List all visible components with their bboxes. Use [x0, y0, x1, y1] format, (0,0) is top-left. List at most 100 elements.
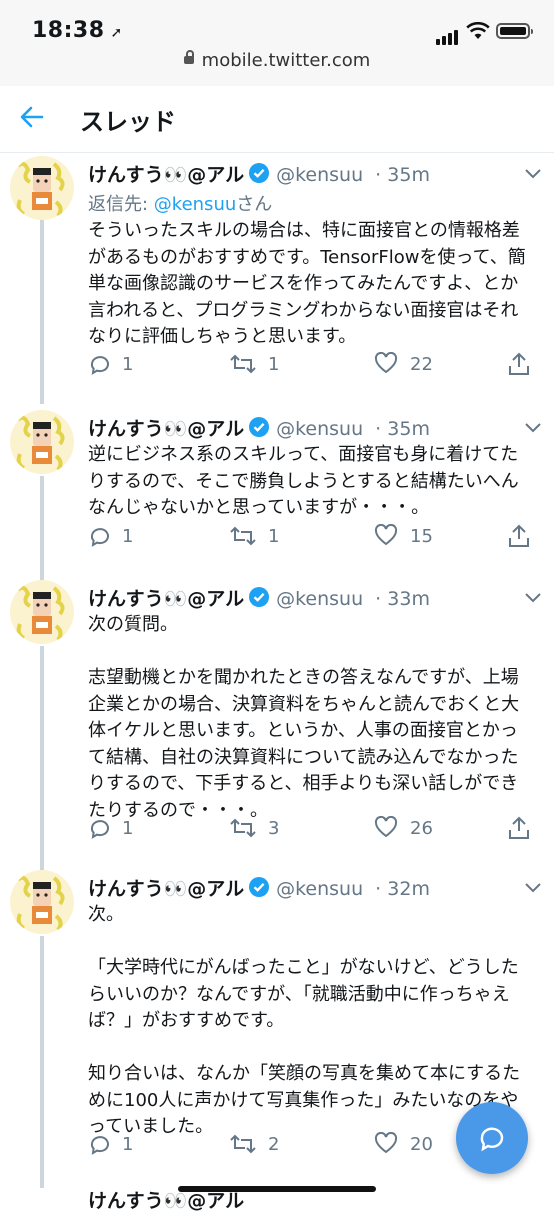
timestamp[interactable]: 35m: [387, 164, 430, 186]
avatar[interactable]: [10, 156, 74, 220]
display-name[interactable]: けんすう👀@アル: [88, 1190, 244, 1212]
reply-count: 1: [122, 818, 134, 839]
verified-icon: [249, 587, 270, 607]
avatar-illustration: [16, 585, 65, 642]
avatar-illustration: [16, 415, 65, 472]
tweet-line: なんじゃないかと思っていますが・・・。: [88, 497, 430, 518]
chevron-down-icon[interactable]: [524, 422, 542, 434]
compose-reply-button[interactable]: [456, 1102, 528, 1174]
retweet-count: 1: [268, 354, 280, 375]
thread-line: [40, 476, 44, 582]
share-icon: [509, 524, 529, 547]
tweet-line: [88, 639, 528, 666]
reply-icon: [90, 1136, 109, 1155]
separator: ·: [369, 164, 388, 186]
retweet-count: 2: [268, 1134, 280, 1155]
verified-icon: [249, 163, 270, 183]
battery-icon: [496, 23, 533, 39]
tweet-line: 単な画像認識のサービスを作ってみたんですよ、とか: [88, 273, 519, 294]
like-count: 20: [410, 1134, 433, 1155]
tweet-header: けんすう👀@アル @kensuu · 35m: [88, 160, 430, 187]
tweet-line: 体イケルと思います。というか、人事の面接官とかっ: [88, 720, 518, 741]
lock-icon: [183, 50, 194, 64]
reply-user-link[interactable]: @kensuu: [154, 194, 236, 215]
heart-icon: [374, 816, 398, 838]
thread-line: [40, 646, 44, 872]
reply-icon: [90, 820, 109, 839]
thread-header: スレッド: [0, 86, 554, 153]
display-name[interactable]: けんすう👀@アル: [88, 164, 244, 186]
tweet-header: けんすう👀@アル @kensuu · 35m: [88, 414, 430, 441]
reply-count: 1: [122, 354, 134, 375]
tweet-line: 企業とかの場合、決算資料をちゃんと読んでおくと大: [88, 693, 520, 715]
retweet-icon: [230, 1134, 256, 1154]
heart-icon: [374, 1132, 398, 1154]
display-name[interactable]: けんすう👀@アル: [88, 878, 244, 900]
avatar-illustration: [16, 161, 65, 218]
timestamp[interactable]: 35m: [387, 418, 430, 440]
tweet-line: [88, 1035, 528, 1062]
tweet-line: そういったスキルの場合は、特に面接官との情報格差: [88, 220, 520, 241]
avatar[interactable]: [10, 580, 74, 644]
separator: ·: [369, 588, 388, 610]
retweet-icon: [230, 354, 256, 374]
handle[interactable]: @kensuu: [276, 588, 363, 610]
reply-count: 1: [122, 526, 134, 547]
tweet-actions: 1 1 22: [88, 352, 529, 382]
like-count: 22: [410, 354, 433, 375]
arrow-left-icon[interactable]: [20, 106, 44, 128]
tweet-line: らいいのか？なんですが、「就職活動中に作っちゃえ: [88, 983, 510, 1005]
chevron-down-icon[interactable]: [524, 592, 542, 604]
share-icon: [509, 352, 529, 375]
tweet-line: 逆にビジネス系のスキルって、面接官も身に着けてた: [88, 444, 519, 465]
url-bar[interactable]: mobile.twitter.com: [0, 50, 554, 86]
timestamp[interactable]: 33m: [387, 588, 430, 610]
tweet-header: けんすう👀@アル @kensuu · 32m: [88, 874, 430, 901]
heart-icon: [374, 524, 398, 546]
compose-reply-icon: [480, 1127, 504, 1152]
chevron-down-icon[interactable]: [524, 168, 542, 180]
reply-count: 1: [122, 1134, 134, 1155]
avatar[interactable]: [10, 410, 74, 474]
retweet-count: 1: [268, 526, 280, 547]
chevron-down-icon[interactable]: [524, 882, 542, 894]
retweet-icon: [230, 818, 256, 838]
like-count: 26: [410, 818, 433, 839]
timestamp[interactable]: 32m: [387, 878, 430, 900]
thread-line: [40, 936, 44, 1188]
tweet-line: りするので、そこで勝負しようとすると結構たいへん: [88, 470, 519, 492]
avatar-illustration: [16, 875, 65, 932]
display-name[interactable]: けんすう👀@アル: [88, 418, 244, 440]
reply-context: 返信先: @kensuuさん: [88, 190, 272, 216]
heart-icon: [374, 352, 398, 374]
tweet-text: 次の質問。 志望動機とかを聞かれたときの答えなんですが、上場 企業とかの場合、決…: [88, 612, 528, 824]
tweet-header: けんすう👀@アル @kensuu · 33m: [88, 584, 430, 611]
separator: ·: [369, 418, 388, 440]
share-icon: [509, 816, 529, 839]
display-name[interactable]: けんすう👀@アル: [88, 588, 244, 610]
tweet-line: 知り合いは、なんか「笑顔の写真を集めて本にするた: [88, 1063, 521, 1084]
tweet-line: なりに評価しちゃうと思います。: [88, 326, 357, 347]
reply-prefix: 返信先:: [88, 194, 154, 215]
tweet-line: 次。: [88, 904, 124, 925]
handle[interactable]: @kensuu: [276, 878, 363, 900]
retweet-count: 3: [268, 818, 280, 839]
like-count: 15: [410, 526, 433, 547]
avatar[interactable]: [10, 870, 74, 934]
home-indicator[interactable]: [178, 1186, 376, 1192]
handle[interactable]: @kensuu: [276, 164, 363, 186]
tweet-line: ば？」がおすすめです。: [88, 1010, 285, 1031]
tweet-line: 「大学時代にがんばったこと」がないけど、どうした: [88, 957, 519, 978]
thread-line: [40, 218, 44, 404]
tweet-text: 逆にビジネス系のスキルって、面接官も身に着けてた りするので、そこで勝負しようと…: [88, 442, 528, 522]
url-text: mobile.twitter.com: [201, 50, 371, 71]
retweet-icon: [230, 526, 256, 546]
clock: 18:38 ➚: [32, 18, 123, 43]
handle[interactable]: @kensuu: [276, 418, 363, 440]
verified-icon: [249, 417, 270, 437]
separator: ·: [369, 878, 388, 900]
reply-icon: [90, 356, 109, 375]
verified-icon: [249, 877, 270, 897]
page-title: スレッド: [80, 108, 176, 136]
signal-icon: [436, 26, 460, 45]
